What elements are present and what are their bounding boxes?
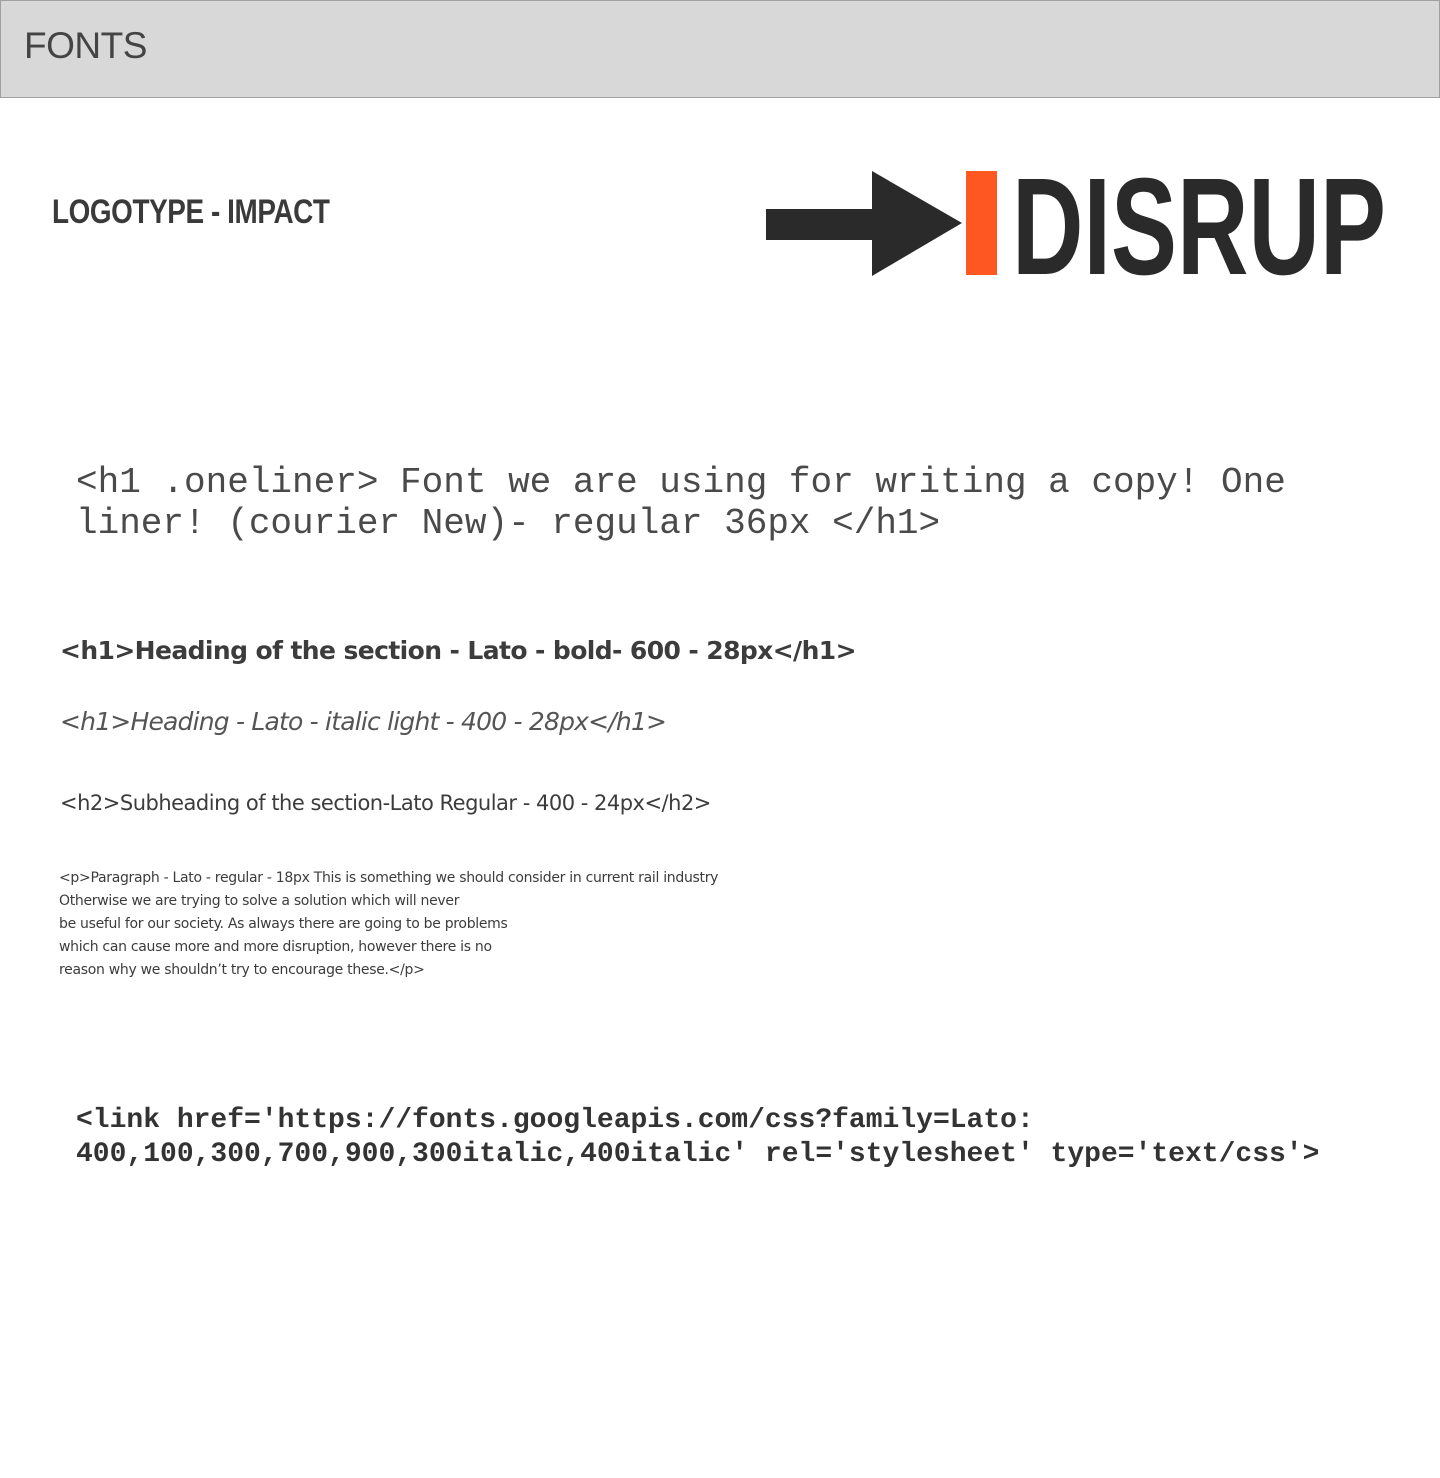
logotype-label: LOGOTYPE - IMPACT [52, 193, 330, 231]
disrup-logo: DISRUP [766, 170, 1386, 280]
font-link-snippet: <link href='https://fonts.googleapis.com… [76, 1104, 1319, 1172]
page-title: FONTS [24, 25, 147, 66]
snippet-line: 400,100,300,700,900,300italic,400italic'… [76, 1139, 1320, 1170]
header-bar: FONTS [0, 0, 1440, 98]
snippet-line: <link href='https://fonts.googleapis.com… [76, 1105, 1034, 1136]
oneliner-sample: <h1 .oneliner> Font we are using for wri… [76, 462, 1286, 544]
paragraph-line: reason why we shouldn’t try to encourage… [59, 962, 425, 978]
paragraph-sample: <p>Paragraph - Lato - regular - 18px Thi… [59, 867, 718, 982]
logo-text: DISRUP [1012, 170, 1386, 280]
paragraph-line: Otherwise we are trying to solve a solut… [59, 893, 460, 909]
heading-italic-sample: <h1>Heading - Lato - italic light - 400 … [60, 707, 667, 736]
subheading-sample: <h2>Subheading of the section-Lato Regul… [60, 791, 711, 815]
paragraph-line: <p>Paragraph - Lato - regular - 18px Thi… [59, 870, 719, 886]
paragraph-line: be useful for our society. As always the… [59, 916, 508, 932]
heading-bold-sample: <h1>Heading of the section - Lato - bold… [60, 636, 857, 665]
arrow-icon [766, 171, 962, 276]
paragraph-line: which can cause more and more disruption… [59, 939, 492, 955]
logo-orange-bar [966, 171, 997, 275]
